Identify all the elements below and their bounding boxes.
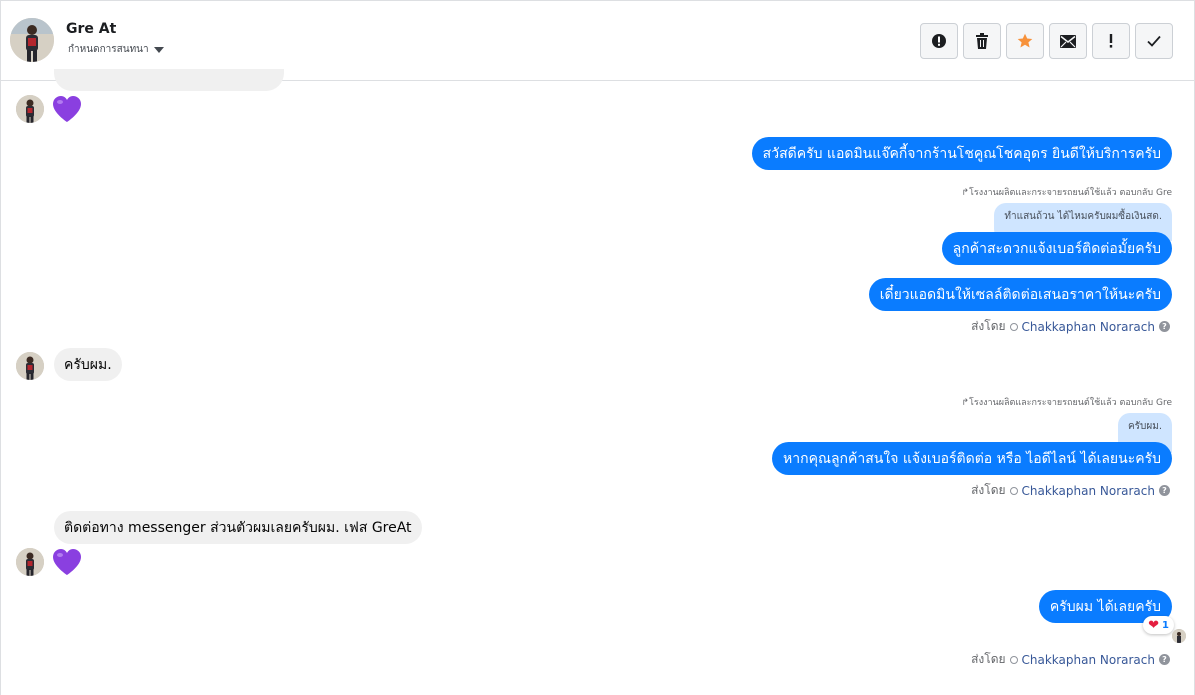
contact-avatar-small [16,352,44,380]
help-icon[interactable]: ? [1159,485,1170,496]
sent-by-label: ส่งโดย Chakkaphan Norarach ? [971,650,1170,669]
alert-circle-icon [932,34,946,48]
message-bubble-outgoing[interactable]: หากคุณลูกค้าสนใจ แจ้งเบอร์ติดต่อ หรือ ไอ… [772,442,1172,475]
reaction-count: 1 [1162,619,1169,631]
messenger-inbox-thread: Gre At กำหนดการสนทนา สวัสดีครับ แอดมินแจ… [0,0,1195,695]
check-icon [1147,35,1161,47]
sent-check-icon [1009,322,1018,331]
caret-down-icon [153,46,164,53]
delete-button[interactable] [963,23,1001,59]
reply-indicator: ↱โรงงานผลิตและกระจายรถยนต์ใช้แล้ว ตอบกลั… [961,188,1172,198]
sender-name[interactable]: Chakkaphan Norarach [1022,653,1155,667]
sender-name[interactable]: Chakkaphan Norarach [1022,484,1155,498]
follow-up-button[interactable] [1092,23,1130,59]
help-icon[interactable]: ? [1159,321,1170,332]
message-bubble-outgoing[interactable]: เดี๋ยวแอดมินให้เซลล์ติดต่อเสนอราคาให้นะค… [868,278,1172,311]
purple-heart-emoji [52,95,82,128]
sent-by-label: ส่งโดย Chakkaphan Norarach ? [971,317,1170,336]
sent-by-label: ส่งโดย Chakkaphan Norarach ? [971,481,1170,500]
mark-spam-button[interactable] [920,23,958,59]
message-bubble-outgoing[interactable]: สวัสดีครับ แอดมินแจ๊คกี้จากร้านโชคูณโชคอ… [751,137,1172,170]
seen-avatar [1172,629,1186,643]
conversation-actions-dropdown[interactable]: กำหนดการสนทนา [68,42,164,57]
mail-icon [1060,34,1076,48]
contact-avatar[interactable] [10,18,54,62]
message-bubble-outgoing[interactable]: ลูกค้าสะดวกแจ้งเบอร์ติดต่อมั้ยครับ [941,232,1172,265]
sent-check-icon [1009,655,1018,664]
sent-check-icon [1009,486,1018,495]
mark-done-button[interactable] [1135,23,1173,59]
mark-unread-button[interactable] [1049,23,1087,59]
message-bubble-incoming[interactable]: ติดต่อทาง messenger ส่วนตัวผมเลยครับผม. … [54,511,422,544]
conversation-actions-label: กำหนดการสนทนา [68,44,149,55]
reply-indicator: ↱โรงงานผลิตและกระจายรถยนต์ใช้แล้ว ตอบกลั… [961,398,1172,408]
contact-avatar-small [16,548,44,576]
star-button[interactable] [1006,23,1044,59]
purple-heart-emoji [52,548,82,581]
message-reaction[interactable]: ❤ 1 [1143,616,1174,634]
star-icon [1017,33,1033,48]
trash-icon [976,33,988,49]
contact-name[interactable]: Gre At [66,21,116,37]
message-bubble-incoming[interactable]: ครับผม. [54,348,122,381]
heart-reaction-icon: ❤ [1148,617,1160,633]
previous-message-bubble [54,69,284,91]
contact-avatar-small [16,95,44,123]
exclamation-icon [1109,34,1113,48]
thread-toolbar [920,23,1173,59]
sender-name[interactable]: Chakkaphan Norarach [1022,320,1155,334]
help-icon[interactable]: ? [1159,654,1170,665]
